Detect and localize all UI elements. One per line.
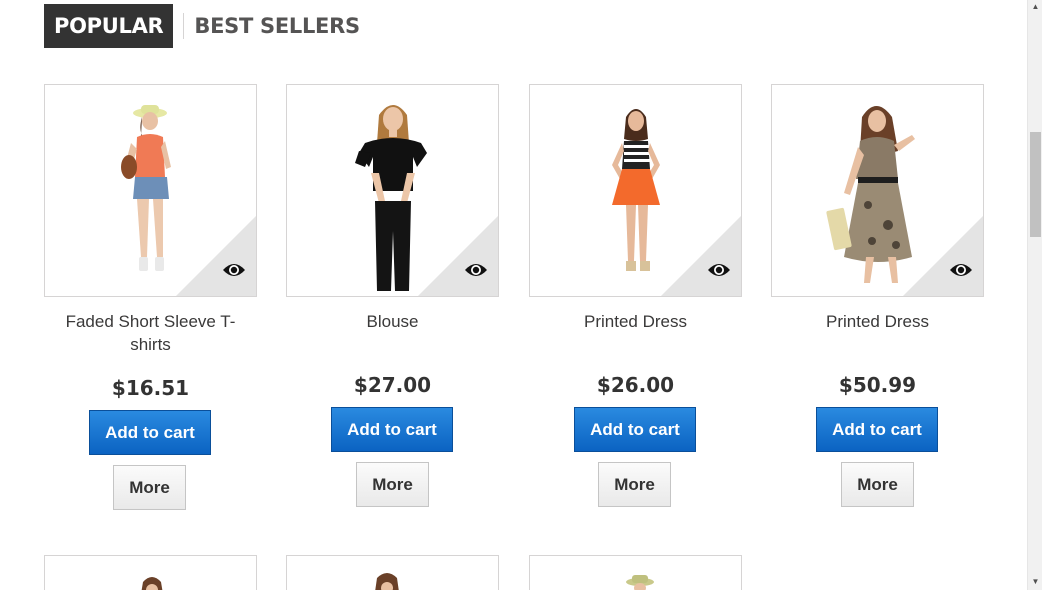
- product-image[interactable]: [771, 84, 984, 297]
- add-to-cart-button[interactable]: Add to cart: [574, 407, 696, 452]
- more-button[interactable]: More: [598, 462, 671, 507]
- arrow-down-icon[interactable]: ▼: [1028, 575, 1042, 589]
- product-price: $16.51: [111, 376, 190, 400]
- tab-popular[interactable]: POPULAR: [44, 4, 174, 48]
- eye-icon: [223, 264, 245, 276]
- quick-view-button[interactable]: [418, 216, 498, 296]
- eye-icon: [465, 264, 487, 276]
- quick-view-button[interactable]: [903, 216, 983, 296]
- eye-icon: [950, 264, 972, 276]
- product-name[interactable]: Printed Dress: [529, 310, 742, 333]
- add-to-cart-button[interactable]: Add to cart: [331, 407, 453, 452]
- product-listing-page: POPULAR BEST SELLERS Faded Short Sleeve …: [0, 0, 1027, 590]
- product-price: $50.99: [838, 373, 917, 397]
- product-name[interactable]: Faded Short Sleeve T-shirts: [44, 310, 257, 356]
- product-image[interactable]: [286, 555, 499, 590]
- add-to-cart-button[interactable]: Add to cart: [816, 407, 938, 452]
- product-image[interactable]: [286, 84, 499, 297]
- product-image[interactable]: [44, 555, 257, 590]
- quick-view-corner: [661, 216, 741, 296]
- model-photo: [375, 573, 399, 590]
- product-image[interactable]: [529, 84, 742, 297]
- more-button[interactable]: More: [841, 462, 914, 507]
- quick-view-button[interactable]: [176, 216, 256, 296]
- product-price: $27.00: [353, 373, 432, 397]
- more-button[interactable]: More: [113, 465, 186, 510]
- model-photo: [141, 577, 163, 590]
- product-name[interactable]: Printed Dress: [771, 310, 984, 333]
- quick-view-corner: [176, 216, 256, 296]
- arrow-up-icon[interactable]: ▲: [1028, 0, 1042, 14]
- eye-icon: [708, 264, 730, 276]
- product-price: $26.00: [596, 373, 675, 397]
- tab-divider: [183, 13, 185, 39]
- model-photo: [626, 575, 654, 590]
- more-button[interactable]: More: [356, 462, 429, 507]
- product-image[interactable]: [44, 84, 257, 297]
- tab-best-sellers[interactable]: BEST SELLERS: [194, 4, 369, 48]
- quick-view-corner: [418, 216, 498, 296]
- product-name[interactable]: Blouse: [286, 310, 499, 333]
- scrollbar-thumb[interactable]: [1030, 132, 1041, 237]
- product-tabs: POPULAR BEST SELLERS: [44, 4, 370, 48]
- product-image[interactable]: [529, 555, 742, 590]
- page-scrollbar[interactable]: ▲ ▼: [1027, 0, 1042, 590]
- quick-view-corner: [903, 216, 983, 296]
- quick-view-button[interactable]: [661, 216, 741, 296]
- add-to-cart-button[interactable]: Add to cart: [89, 410, 211, 455]
